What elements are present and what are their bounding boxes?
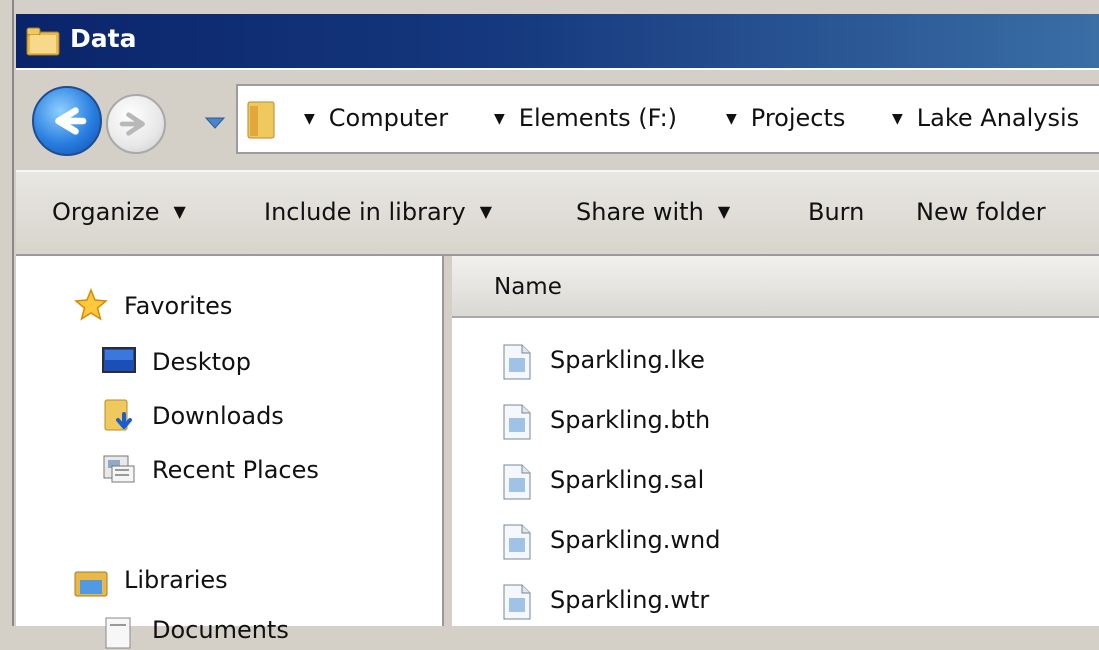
include-in-library-button[interactable]: Include in library ▼ [264,198,492,226]
file-row[interactable]: Sparkling.wtr [502,580,902,624]
share-with-button[interactable]: Share with ▼ [576,198,730,226]
file-icon [503,344,531,380]
file-name: Sparkling.lke [550,346,705,374]
organize-menu-button[interactable]: Organize ▼ [52,198,186,226]
navigation-pane: Favorites Desktop Downloads Recent Place… [16,256,444,649]
dropdown-caret-icon: ▼ [717,202,731,221]
recent-pages-dropdown-icon[interactable] [204,116,226,130]
file-row[interactable]: Sparkling.lke [502,340,902,384]
window-title: Data [70,24,137,53]
libraries-icon [74,571,108,597]
file-row[interactable]: Sparkling.wnd [502,520,902,564]
file-row[interactable]: Sparkling.sal [502,460,902,504]
address-box[interactable]: ▼ Computer ▼ Elements (F:) ▼ Projects ▼ Lake… [236,84,1099,154]
breadcrumb-elements-drive[interactable]: ▼ Elements (F:) [494,104,677,132]
command-toolbar: Organize ▼ Include in library ▼ Share with… [16,170,1099,256]
nav-item-desktop[interactable]: Desktop [152,348,251,376]
breadcrumb-projects[interactable]: ▼ Projects [726,104,845,132]
star-icon [74,288,108,321]
window-frame-top [0,0,1099,14]
downloads-folder-icon [104,399,132,431]
documents-icon [105,617,131,649]
recent-places-icon [103,455,135,483]
forward-arrow-icon [119,112,145,136]
breadcrumb-lake-analysis[interactable]: ▼ Lake Analysis [892,104,1079,132]
window-frame-left [0,0,14,626]
back-button[interactable] [32,86,102,156]
nav-item-favorites[interactable]: Favorites [124,292,232,320]
title-bar[interactable]: Data [16,14,1099,70]
folder-icon [26,27,60,56]
file-icon [503,404,531,440]
nav-item-documents[interactable]: Documents [152,616,289,644]
file-list-pane: Name Sparkling.lke Sparkling.bth Sparkli… [452,256,1099,626]
file-name: Sparkling.wnd [550,526,721,554]
file-row[interactable]: Sparkling.bth [502,400,902,444]
new-folder-button[interactable]: New folder [916,198,1046,226]
folder-icon [247,101,275,139]
file-icon [503,584,531,620]
file-icon [503,464,531,500]
burn-button[interactable]: Burn [808,198,864,226]
dropdown-caret-icon: ▼ [479,202,493,221]
back-arrow-icon [55,107,87,135]
file-name: Sparkling.bth [550,406,711,434]
file-name: Sparkling.wtr [550,586,710,614]
column-header-name[interactable]: Name [452,256,1099,318]
desktop-icon [102,347,136,373]
nav-item-recent-places[interactable]: Recent Places [152,456,319,484]
address-bar-region: ▼ Computer ▼ Elements (F:) ▼ Projects ▼ Lake… [16,70,1099,166]
file-name: Sparkling.sal [550,466,705,494]
file-icon [503,524,531,560]
nav-item-libraries[interactable]: Libraries [124,566,228,594]
breadcrumb-computer[interactable]: ▼ Computer [304,104,448,132]
forward-button[interactable] [106,94,166,154]
dropdown-caret-icon: ▼ [173,202,186,221]
nav-item-downloads[interactable]: Downloads [152,402,284,430]
